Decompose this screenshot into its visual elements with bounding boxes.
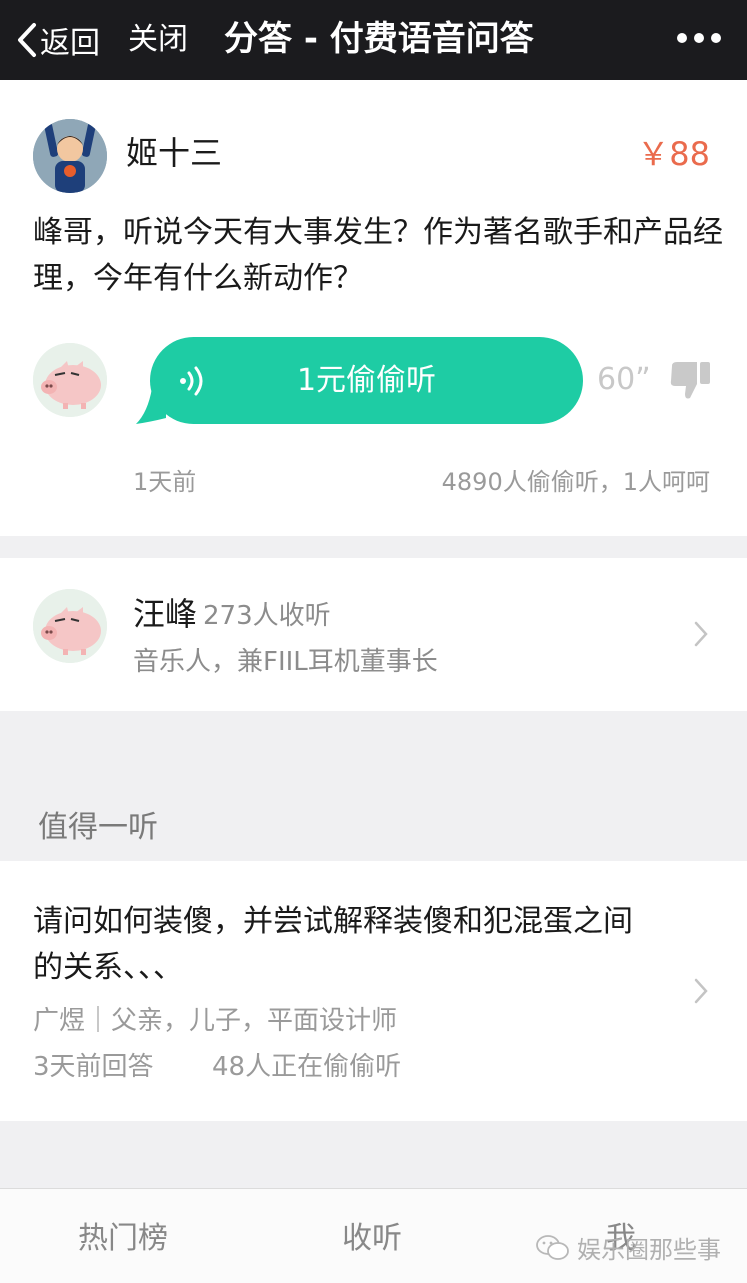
watermark: 娱乐圈那些事 (535, 1230, 721, 1265)
question-text: 峰哥，听说今天有大事发生？作为著名歌手和产品经理，今年有什么新动作？ (33, 215, 723, 296)
answerer-name: 汪峰 (133, 595, 198, 633)
asker-avatar[interactable] (33, 119, 107, 193)
back-label: 返回 (40, 26, 100, 61)
chevron-right-icon (694, 978, 708, 1004)
asker-name: 姬十三 (126, 134, 223, 172)
answerer-avatar[interactable] (33, 343, 107, 417)
voice-duration: 60” (597, 362, 651, 397)
rec-listening-count: 48人正在偷偷听 (212, 1052, 402, 1082)
list-item[interactable]: 请问如何装傻，并尝试解释装傻和犯混蛋之间的关系、、、 广煜｜父亲，儿子，平面设计… (0, 861, 747, 1121)
section-title: 值得一听 (38, 810, 158, 845)
thumbs-down-icon[interactable] (668, 360, 712, 400)
rec-author: 广煜｜父亲，儿子，平面设计师 (33, 1006, 398, 1036)
rec-question-text: 请问如何装傻，并尝试解释装傻和犯混蛋之间的关系、、、 (33, 904, 633, 985)
voice-button-label: 1元偷偷听 (296, 363, 437, 398)
top-nav-bar: 返回 关闭 分答 - 付费语音问答 (0, 0, 747, 80)
tab-hot-list[interactable]: 热门榜 (78, 1217, 168, 1261)
answer-time: 1天前 (133, 468, 197, 496)
close-button[interactable]: 关闭 (128, 18, 188, 62)
profile-avatar (33, 589, 107, 663)
chevron-right-icon (694, 621, 708, 647)
watermark-text: 娱乐圈那些事 (577, 1236, 721, 1264)
wechat-icon (536, 1234, 569, 1260)
rec-answer-time: 3天前回答 (33, 1052, 154, 1082)
answerer-listeners: 273人收听 (203, 601, 331, 631)
question-card: 姬十三 ￥88 峰哥，听说今天有大事发生？作为著名歌手和产品经理，今年有什么新动… (0, 80, 747, 536)
page-title: 分答 - 付费语音问答 (224, 19, 534, 59)
voice-listen-button[interactable]: 1元偷偷听 (150, 337, 583, 424)
more-dots-icon[interactable] (677, 28, 721, 48)
back-button[interactable]: 返回 (16, 18, 100, 62)
listen-stats: 4890人偷偷听，1人呵呵 (441, 468, 710, 496)
answerer-profile-row[interactable]: 汪峰 273人收听 音乐人，兼FIIL耳机董事长 (0, 558, 747, 711)
answerer-description: 音乐人，兼FIIL耳机董事长 (133, 647, 438, 677)
price-tag: ￥88 (637, 135, 710, 173)
back-chevron-icon (18, 23, 36, 57)
tab-listen[interactable]: 收听 (342, 1217, 402, 1261)
